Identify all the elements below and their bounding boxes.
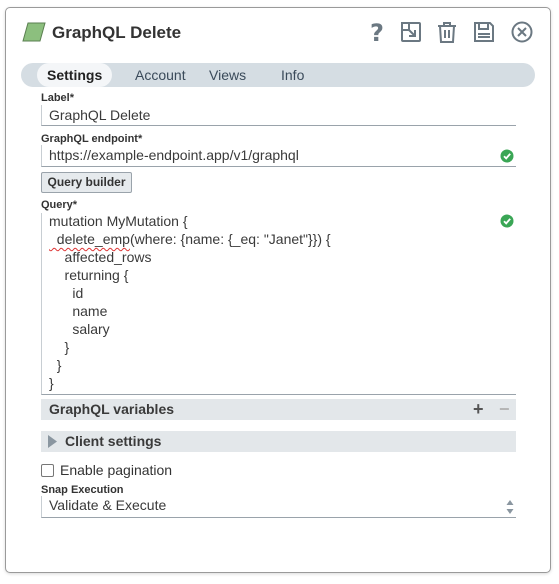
query-line: salary (49, 321, 110, 337)
query-line: name (49, 303, 108, 319)
dialog-title: GraphQL Delete (52, 23, 182, 42)
query-builder-button[interactable]: Query builder (41, 172, 132, 193)
snap-execution-title: Snap Execution (41, 484, 124, 496)
query-line: returning { (49, 267, 129, 283)
export-icon (401, 22, 421, 42)
client-settings-section[interactable]: Client settings (41, 431, 516, 452)
svg-text:?: ? (370, 20, 384, 44)
snap-icon (22, 22, 46, 42)
query-line: mutation MyMutation { (49, 213, 188, 229)
query-line-token: delete_emp (49, 231, 130, 247)
query-line-rest: (where: {name: {_eq: "Janet"}}) { (129, 231, 331, 247)
export-button[interactable] (398, 19, 424, 45)
client-settings-title: Client settings (65, 433, 162, 449)
endpoint-input[interactable]: https://example-endpoint.app/v1/graphql (41, 145, 516, 167)
query-valid-icon (500, 214, 514, 228)
label-field-title: Label* (41, 92, 75, 104)
expand-triangle-icon (48, 435, 57, 448)
query-line: delete_emp(where: {name: {_eq: "Janet"}}… (49, 231, 331, 247)
tab-bar: Settings Account Views Info (21, 63, 535, 87)
trash-icon (438, 22, 456, 43)
delete-button[interactable] (434, 19, 460, 45)
close-icon (511, 21, 533, 43)
close-button[interactable] (509, 19, 535, 45)
tab-settings[interactable]: Settings (37, 63, 113, 87)
query-line: } (49, 375, 54, 391)
tab-account[interactable]: Account (125, 63, 196, 87)
query-line: id (49, 285, 84, 301)
endpoint-valid-icon (500, 149, 514, 163)
snap-settings-dialog: GraphQL Delete ? Settings Account Views … (5, 7, 551, 573)
pagination-checkbox[interactable] (41, 464, 54, 477)
save-button[interactable] (471, 19, 497, 45)
save-icon (474, 22, 494, 42)
snap-execution-select[interactable]: Validate & Execute (41, 496, 516, 518)
snap-execution-value: Validate & Execute (49, 497, 167, 513)
query-line: } (49, 357, 62, 373)
query-field-title: Query* (41, 199, 78, 211)
graphql-variables-section: GraphQL variables + − (41, 399, 516, 420)
graphql-variables-title: GraphQL variables (49, 401, 175, 417)
endpoint-field-title: GraphQL endpoint* (41, 133, 143, 145)
select-arrows-icon (506, 500, 514, 514)
remove-variable-button[interactable]: − (499, 399, 510, 419)
query-line: } (49, 339, 70, 355)
query-editor[interactable]: mutation MyMutation { delete_emp(where: … (41, 213, 516, 395)
tab-views[interactable]: Views (199, 63, 256, 87)
tab-info[interactable]: Info (271, 63, 314, 87)
dialog-header: GraphQL Delete ? (6, 8, 550, 58)
query-line: affected_rows (49, 249, 152, 265)
label-input[interactable]: GraphQL Delete (41, 105, 516, 126)
add-variable-button[interactable]: + (473, 399, 484, 419)
help-icon: ? (370, 20, 384, 44)
help-button[interactable]: ? (364, 19, 390, 45)
pagination-label: Enable pagination (60, 462, 173, 478)
